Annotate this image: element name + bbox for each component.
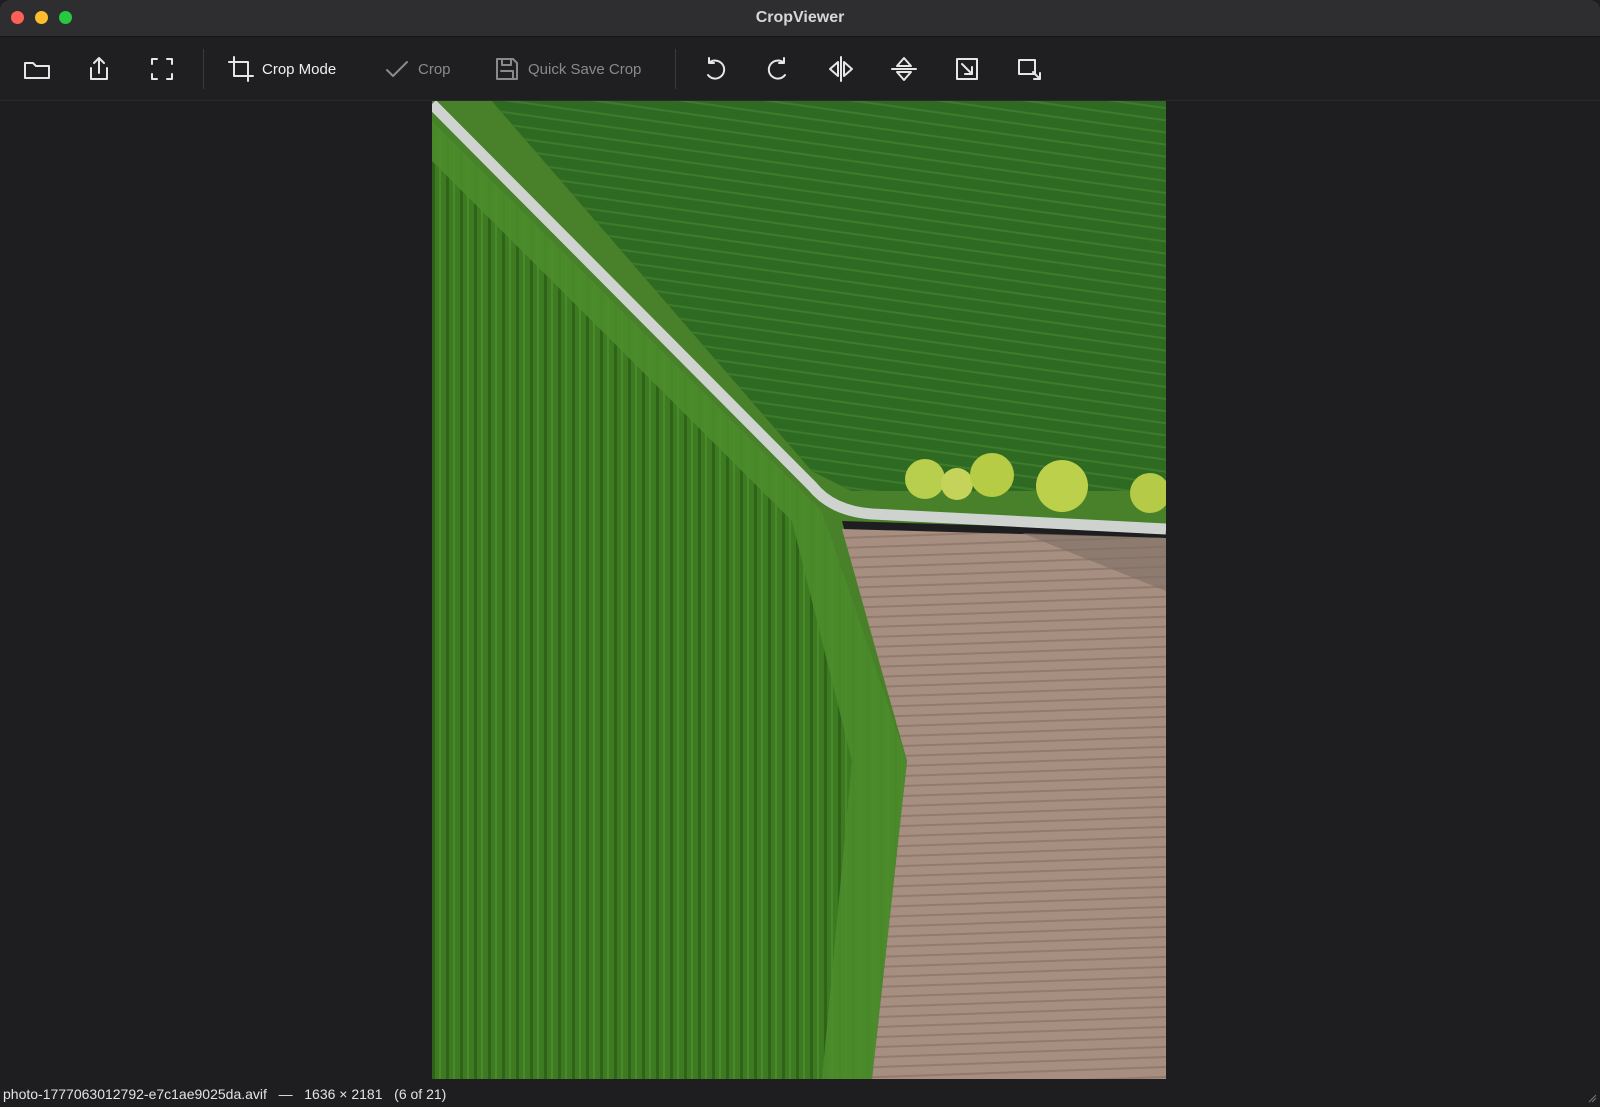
- flip-vertical-button[interactable]: [889, 49, 919, 89]
- fit-to-window-button[interactable]: [952, 49, 982, 89]
- photo-image[interactable]: [432, 101, 1166, 1079]
- quick-save-crop-button[interactable]: Quick Save Crop: [492, 49, 641, 89]
- export-button[interactable]: [84, 49, 114, 89]
- checkmark-icon: [386, 61, 408, 77]
- rotate-right-button[interactable]: [763, 49, 793, 89]
- crop-icon: [228, 56, 254, 82]
- app-window: CropViewer Crop Mode Crop Quick Save Cro…: [0, 0, 1600, 1107]
- status-dimensions: 1636 × 2181: [304, 1085, 383, 1102]
- quick-save-crop-label: Quick Save Crop: [528, 60, 642, 78]
- crop-label: Crop: [418, 60, 451, 78]
- status-position: (6 of 21): [394, 1085, 447, 1102]
- status-bar: photo-1777063012792-e7c1ae9025da.avif — …: [0, 1080, 1600, 1107]
- resize-grip-icon[interactable]: [1587, 1093, 1597, 1103]
- crop-mode-button[interactable]: Crop Mode: [226, 49, 336, 89]
- toolbar-separator: [203, 49, 204, 89]
- save-icon: [496, 58, 518, 80]
- flip-horizontal-icon: [829, 56, 853, 82]
- export-icon: [90, 57, 108, 80]
- fullscreen-icon: [151, 58, 173, 80]
- resize-icon: [1018, 59, 1041, 80]
- toolbar: Crop Mode Crop Quick Save Crop: [0, 37, 1600, 101]
- toolbar-separator: [675, 49, 676, 89]
- fullscreen-button[interactable]: [147, 49, 177, 89]
- crop-button[interactable]: Crop: [382, 49, 451, 89]
- open-folder-button[interactable]: [22, 49, 52, 89]
- crop-mode-label: Crop Mode: [262, 60, 337, 78]
- rotate-right-icon: [767, 57, 786, 80]
- window-title: CropViewer: [755, 9, 845, 26]
- flip-horizontal-button[interactable]: [826, 49, 856, 89]
- flip-vertical-icon: [891, 57, 917, 81]
- image-canvas[interactable]: [0, 101, 1600, 1079]
- status-separator: —: [278, 1085, 293, 1102]
- resize-button[interactable]: [1015, 49, 1045, 89]
- rotate-left-icon: [707, 57, 726, 80]
- folder-icon: [24, 62, 50, 79]
- status-filename: photo-1777063012792-e7c1ae9025da.avif: [3, 1085, 267, 1102]
- rotate-left-button[interactable]: [700, 49, 730, 89]
- title-bar: CropViewer: [0, 0, 1600, 37]
- fit-icon: [956, 58, 978, 80]
